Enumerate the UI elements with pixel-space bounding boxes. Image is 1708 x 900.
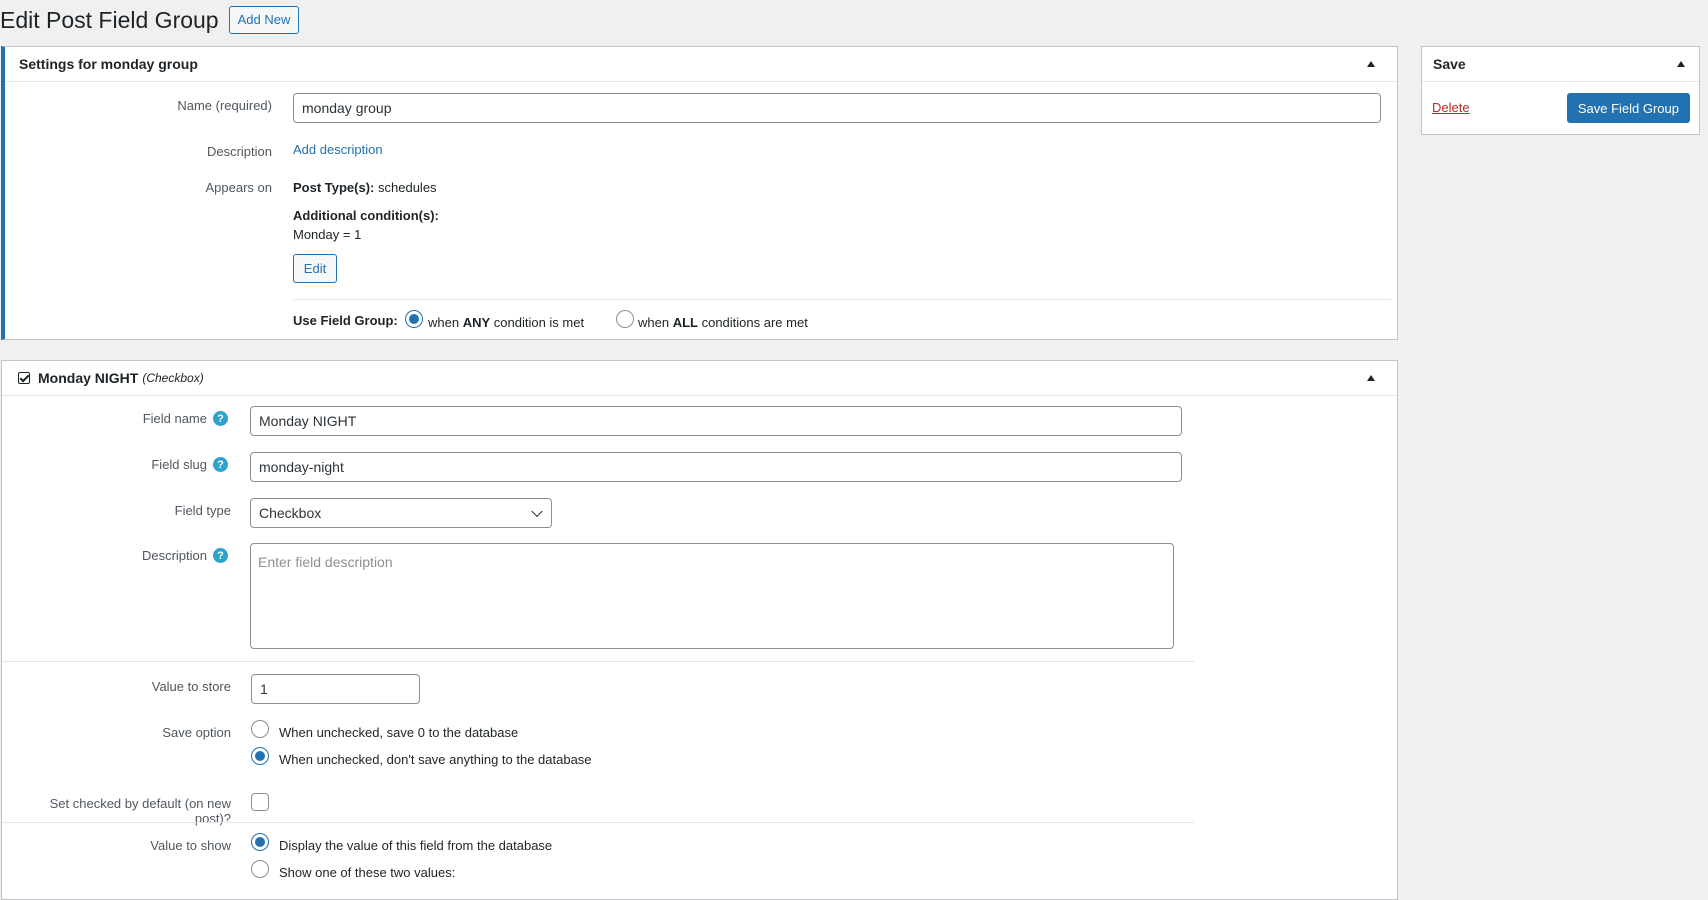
show-option-2-label: Show one of these two values: (279, 865, 456, 880)
show-option-2-radio[interactable] (251, 860, 269, 878)
chevron-down-icon (531, 505, 543, 518)
field-slug-label: Field slug (151, 457, 207, 472)
divider (293, 299, 1391, 300)
group-name-input[interactable]: monday group (293, 93, 1381, 123)
field-panel-header[interactable]: Monday NIGHT (Checkbox) (2, 361, 1397, 396)
field-title: Monday NIGHT (38, 370, 139, 386)
show-option-1-radio[interactable] (251, 833, 269, 851)
appears-on-label: Appears on (205, 180, 273, 195)
field-panel: Monday NIGHT (Checkbox) Field name ? Mon… (1, 360, 1398, 900)
field-slug-input[interactable]: monday-night (250, 452, 1182, 482)
condition-all-radio[interactable] (616, 310, 634, 328)
settings-panel-title: Settings for monday group (19, 56, 198, 72)
field-description-placeholder: Enter field description (258, 554, 393, 570)
checked-default-checkbox[interactable] (251, 793, 269, 811)
use-field-group-label: Use Field Group: (293, 313, 398, 328)
page-heading: Edit Post Field Group Add New (0, 2, 300, 38)
edit-conditions-button[interactable]: Edit (293, 254, 337, 283)
divider (2, 822, 1194, 823)
post-types-line: Post Type(s): schedules (293, 180, 437, 195)
condition-any-radio[interactable] (405, 310, 423, 328)
save-option-1-label: When unchecked, save 0 to the database (279, 725, 519, 740)
value-to-store-value: 1 (260, 681, 268, 697)
value-to-store-input[interactable]: 1 (251, 674, 420, 704)
help-icon[interactable]: ? (213, 548, 228, 563)
field-name-input[interactable]: Monday NIGHT (250, 406, 1182, 436)
save-panel-title: Save (1433, 56, 1466, 72)
field-description-label: Description (141, 548, 207, 563)
help-icon[interactable]: ? (213, 457, 228, 472)
save-field-group-button[interactable]: Save Field Group (1566, 93, 1690, 123)
triangle-up-icon[interactable] (1367, 61, 1375, 67)
help-icon[interactable]: ? (213, 411, 228, 426)
value-to-show-label: Value to show (150, 838, 231, 853)
field-name-label: Field name (142, 411, 207, 426)
save-option-label: Save option (162, 725, 231, 740)
field-type-suffix: (Checkbox) (142, 371, 204, 385)
save-panel: Save Delete Save Field Group (1421, 46, 1700, 135)
triangle-up-icon[interactable] (1677, 61, 1685, 67)
divider (2, 661, 1194, 662)
condition-any-label: when ANY condition is met (428, 315, 585, 330)
save-option-2-label: When unchecked, don't save anything to t… (279, 752, 592, 767)
name-label: Name (required) (177, 98, 272, 113)
settings-panel: Settings for monday group Name (required… (1, 46, 1398, 340)
field-description-textarea[interactable]: Enter field description (250, 543, 1174, 649)
condition-value: Monday = 1 (293, 227, 362, 242)
field-name-value: Monday NIGHT (259, 413, 357, 429)
checkbox-icon (18, 372, 30, 384)
group-name-value: monday group (302, 100, 392, 116)
condition-all-label: when ALL conditions are met (638, 315, 808, 330)
additional-conditions-label: Additional condition(s): (293, 208, 439, 223)
save-option-2-radio[interactable] (251, 747, 269, 765)
post-types-value: schedules (378, 180, 437, 195)
save-panel-header[interactable]: Save (1422, 47, 1699, 82)
settings-panel-header[interactable]: Settings for monday group (5, 47, 1397, 82)
page-title: Edit Post Field Group (0, 6, 219, 33)
delete-link[interactable]: Delete (1432, 100, 1470, 115)
field-slug-value: monday-night (259, 459, 344, 475)
save-option-1-radio[interactable] (251, 720, 269, 738)
add-description-link[interactable]: Add description (293, 142, 383, 157)
field-type-value: Checkbox (259, 505, 322, 521)
value-to-store-label: Value to store (151, 679, 231, 694)
add-new-button[interactable]: Add New (228, 6, 300, 34)
triangle-up-icon[interactable] (1367, 375, 1375, 381)
post-types-label: Post Type(s): (293, 180, 375, 195)
field-type-label: Field type (174, 503, 231, 518)
field-type-select[interactable]: Checkbox (250, 498, 552, 528)
show-option-1-label: Display the value of this field from the… (279, 838, 553, 853)
description-label: Description (206, 144, 272, 159)
